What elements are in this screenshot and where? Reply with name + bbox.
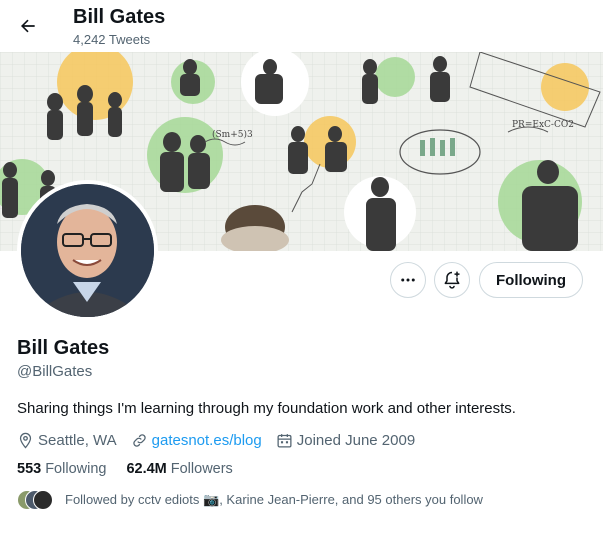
more-dots-icon	[401, 278, 415, 282]
svg-text:PR=ExC-CO2: PR=ExC-CO2	[512, 120, 574, 130]
bio: Sharing things I'm learning through my f…	[17, 400, 516, 417]
followed-by-text: Followed by cctv ediots 📷, Karine Jean-P…	[65, 492, 483, 507]
profile-header: Bill Gates 4,242 Tweets	[0, 0, 603, 52]
back-button[interactable]	[12, 10, 44, 42]
following-count: 553	[17, 461, 42, 477]
svg-text:(Sm+5)3: (Sm+5)3	[212, 129, 253, 140]
website-link[interactable]: gatesnot.es/blog	[152, 432, 262, 449]
bell-plus-icon	[444, 271, 460, 289]
following-button[interactable]: Following	[479, 262, 583, 298]
display-name: Bill Gates	[17, 337, 110, 359]
location-text: Seattle, WA	[38, 431, 117, 449]
followers-count-link[interactable]: 62.4M Followers	[126, 461, 232, 477]
followers-count-label: Followers	[170, 461, 233, 477]
more-options-button[interactable]	[390, 262, 426, 298]
following-count-label: Following	[45, 461, 107, 477]
following-count-link[interactable]: 553 Following	[17, 461, 106, 477]
follow-counts: 553 Following 62.4M Followers	[17, 461, 253, 477]
tweet-count: 4,242 Tweets	[73, 32, 151, 47]
location-item: Seattle, WA	[17, 432, 117, 449]
profile-meta: Seattle, WA gatesnot.es/blog Joined June…	[17, 430, 429, 450]
website-item[interactable]: gatesnot.es/blog	[131, 432, 262, 449]
mini-avatar	[33, 490, 53, 510]
joined-text: Joined June 2009	[296, 431, 416, 449]
user-handle: @BillGates	[17, 363, 93, 380]
link-icon	[132, 433, 146, 447]
followed-by-row[interactable]: Followed by cctv ediots 📷, Karine Jean-P…	[17, 490, 483, 510]
avatar-photo	[21, 184, 154, 317]
follower-avatars	[17, 490, 57, 510]
followers-count: 62.4M	[126, 461, 167, 477]
notifications-button[interactable]	[434, 262, 470, 298]
location-pin-icon	[19, 432, 32, 449]
joined-item: Joined June 2009	[276, 432, 415, 449]
profile-avatar[interactable]	[17, 180, 158, 321]
calendar-icon	[277, 433, 292, 448]
header-title: Bill Gates	[73, 6, 166, 28]
arrow-left-icon	[21, 19, 35, 33]
